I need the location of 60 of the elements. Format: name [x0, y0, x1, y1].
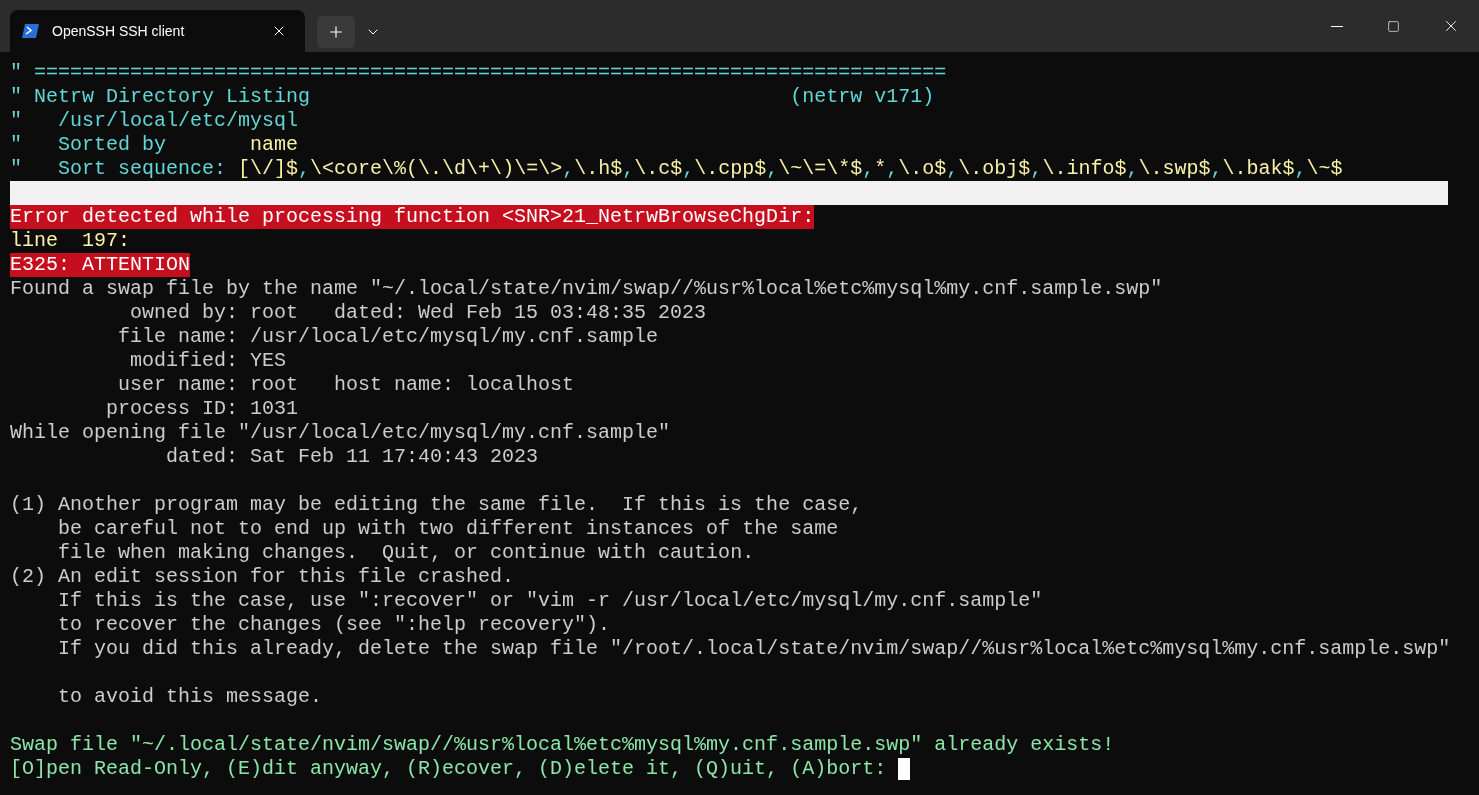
- terminal-text: [\/]$: [238, 157, 299, 181]
- terminal-text: \~\=\*$: [778, 157, 863, 181]
- terminal-tab[interactable]: OpenSSH SSH client: [10, 10, 305, 52]
- terminal-text: \<core\%(\.\d\+\)\=\>: [310, 157, 563, 181]
- terminal-text: " /usr/local/etc/mysql: [10, 109, 299, 133]
- terminal-text: \.obj$: [958, 157, 1031, 181]
- terminal-text: \.cpp$: [694, 157, 767, 181]
- terminal-text: user name: root host name: localhost: [118, 373, 575, 397]
- terminal-text: to recover the changes (see ":help recovery").: [58, 613, 611, 637]
- terminal-text: \~$: [1306, 157, 1343, 181]
- terminal-text: ,: [886, 157, 899, 181]
- terminal-text: ,: [1294, 157, 1307, 181]
- terminal-text: " Netrw Directory Listing: [10, 85, 311, 109]
- terminal-text: ,: [622, 157, 635, 181]
- terminal-text: (netrw v171): [790, 85, 935, 109]
- terminal-text: " Sort sequence:: [10, 157, 227, 181]
- terminal-text: \.bak$: [1222, 157, 1295, 181]
- terminal-text: \.swp$: [1138, 157, 1211, 181]
- terminal-text: be careful not to end up with two different instances of the same: [58, 517, 839, 541]
- terminal-text: \.h$: [574, 157, 623, 181]
- terminal-text: " Sorted by: [10, 133, 167, 157]
- terminal-text: ,: [1030, 157, 1043, 181]
- prompt-text: Swap file "~/.local/state/nvim/swap//%usr%local%etc%mysql%my.cnf.sample.swp" already exists!: [10, 733, 1115, 757]
- error-message: E325: ATTENTION: [10, 253, 191, 277]
- powershell-icon: [22, 23, 40, 39]
- terminal-text: ,: [1210, 157, 1223, 181]
- prompt-text: [O]pen Read-Only, (E)dit anyway, (R)ecover, (D)elete it, (Q)uit, (A)bort:: [10, 757, 887, 781]
- terminal-text: While opening file "/usr/local/etc/mysql/my.cnf.sample": [10, 421, 671, 445]
- terminal-text: \.o$: [898, 157, 947, 181]
- terminal-text: Found a swap file by the name "~/.local/state/nvim/swap//%usr%local%etc%mysql%my.cnf.sample.swp": [10, 277, 1163, 301]
- error-message: Error detected while processing function <SNR>21_NetrwBrowseChgDir:: [10, 205, 815, 229]
- terminal-text: modified: YES: [130, 349, 287, 373]
- terminal-text: If this is the case, use ":recover" or "vim -r /usr/local/etc/mysql/my.cnf.sample": [58, 589, 1043, 613]
- terminal-text: ,: [298, 157, 311, 181]
- terminal-text: ,: [562, 157, 575, 181]
- terminal-text: \.c$: [634, 157, 683, 181]
- terminal-text: line 197:: [10, 229, 131, 253]
- terminal-text: file name: /usr/local/etc/mysql/my.cnf.sample: [118, 325, 659, 349]
- minimize-icon: [1330, 25, 1343, 27]
- terminal-text: \.info$: [1042, 157, 1127, 181]
- terminal-text: (1) Another program may be editing the same file. If this is the case,: [10, 493, 863, 517]
- terminal-text: dated: Sat Feb 11 17:40:43 2023: [166, 445, 539, 469]
- tab-title: OpenSSH SSH client: [52, 21, 186, 41]
- terminal-text: ,: [682, 157, 695, 181]
- terminal-text: ,: [946, 157, 959, 181]
- terminal-text: " ============================================================================: [10, 61, 947, 85]
- terminal-text: file when making changes. Quit, or continue with caution.: [58, 541, 755, 565]
- terminal-text: If you did this already, delete the swap file "/root/.local/state/nvim/swap//%usr%local%etc%mysql%my.cnf.sample.swp": [58, 637, 1451, 661]
- terminal-text: *: [874, 157, 887, 181]
- terminal-text: ,: [766, 157, 779, 181]
- terminal-text: ,: [1126, 157, 1139, 181]
- new-tab-button[interactable]: [317, 16, 355, 48]
- terminal-text: to avoid this message.: [58, 685, 323, 709]
- maximize-icon: [1387, 19, 1400, 33]
- plus-icon: [327, 23, 345, 41]
- terminal-text: name: [250, 133, 299, 157]
- terminal-text: owned by: root dated: Wed Feb 15 03:48:35 2023: [130, 301, 707, 325]
- terminal-text: process ID: 1031: [106, 397, 299, 421]
- terminal-text: ,: [862, 157, 875, 181]
- terminal-text: (2) An edit session for this file crashed.: [10, 565, 515, 589]
